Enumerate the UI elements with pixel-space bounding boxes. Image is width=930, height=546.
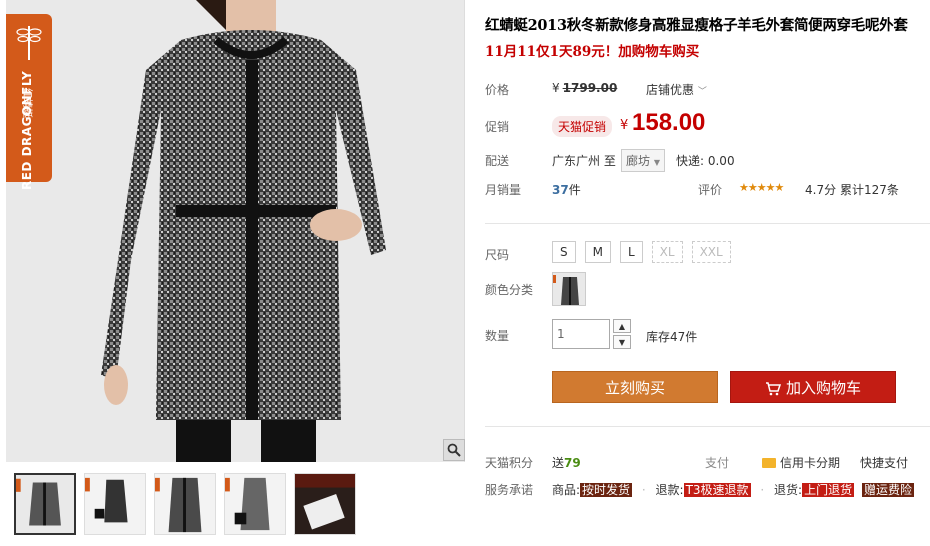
separator-dot: · <box>641 483 646 497</box>
thumbnail-2[interactable] <box>84 473 146 535</box>
add-to-cart-label: 加入购物车 <box>785 379 861 397</box>
size-option-l[interactable]: L <box>619 241 643 263</box>
zoom-button[interactable] <box>443 439 465 461</box>
promo-badge: 天猫促销 <box>552 116 613 137</box>
thumbnail-5[interactable] <box>294 473 356 535</box>
dragonfly-icon <box>16 26 42 60</box>
rating-stars-icon: ★★★★★ <box>739 181 784 194</box>
size-label: 尺码 <box>485 248 510 262</box>
evaluation-label: 评价 <box>698 183 723 197</box>
thumbnail-1[interactable] <box>14 473 76 535</box>
service-promise-label: 服务承诺 <box>485 483 534 497</box>
brand-name-cn: 红蜻蜓 <box>21 88 32 118</box>
magnifier-icon <box>447 443 461 457</box>
price-label: 价格 <box>485 83 510 97</box>
price-currency: ¥ <box>552 81 560 95</box>
shipping-insurance-tag[interactable]: 赠运费险 <box>861 483 914 497</box>
door-return-tag[interactable]: 上门退货 <box>802 483 855 497</box>
original-price-value: 1799.00 <box>562 81 618 95</box>
shipping-from: 广东广州 至 <box>552 154 616 168</box>
shipping-fee: 快递: 0.00 <box>676 154 735 168</box>
chevron-down-icon: ﹀ <box>697 87 707 97</box>
service-promises: 商品: 按时发货 · 退款: T3极速退款 · 退货: 上门退货 赠运费险 <box>552 481 914 498</box>
store-discount-label: 店铺优惠 <box>646 83 695 97</box>
points-label: 天猫积分 <box>485 456 534 470</box>
fast-refund-tag[interactable]: T3极速退款 <box>683 483 751 497</box>
main-product-image[interactable]: RED DRAGONFLY 红蜻蜓 <box>6 0 465 462</box>
brand-tag: RED DRAGONFLY 红蜻蜓 <box>6 14 52 190</box>
payment-label: 支付 <box>705 456 730 470</box>
stock-count: 库存47件 <box>646 330 698 344</box>
thumbnail-strip <box>14 473 364 535</box>
thumbnail-4[interactable] <box>224 473 286 535</box>
caret-down-icon: ▼ <box>618 337 626 347</box>
rating-score: 4.7分 <box>805 183 837 197</box>
buy-now-button[interactable]: 立刻购买 <box>552 371 718 403</box>
product-info: 红蜻蜓2013秋冬新款修身高雅显瘦格子羊毛外套简便两穿毛呢外套 11月11仅1天… <box>485 0 930 546</box>
add-to-cart-button[interactable]: 加入购物车 <box>730 371 896 403</box>
monthly-sales-label: 月销量 <box>485 183 522 197</box>
review-count-link[interactable]: 累计127条 <box>840 181 899 198</box>
quick-pay-link[interactable]: 快捷支付 <box>860 454 908 471</box>
color-label: 颜色分类 <box>485 283 534 297</box>
promo-price: 158.00 <box>632 109 706 136</box>
product-subtitle: 11月11仅1天89元！加购物车购买 <box>485 44 700 60</box>
separator-dot: · <box>760 483 765 497</box>
product-gallery: RED DRAGONFLY 红蜻蜓 <box>0 0 470 546</box>
cart-icon <box>765 382 782 396</box>
store-discount-dropdown[interactable]: 店铺优惠 ﹀ <box>646 81 707 98</box>
quantity-input[interactable]: 1 <box>552 319 610 349</box>
points-prefix: 送 <box>552 456 565 470</box>
on-time-shipping-tag[interactable]: 按时发货 <box>580 483 633 497</box>
monthly-sales-count: 37 <box>552 183 569 197</box>
size-option-m[interactable]: M <box>584 241 611 263</box>
monthly-sales-unit: 件 <box>568 183 581 197</box>
points-number: 79 <box>564 456 581 470</box>
divider <box>485 223 930 224</box>
refund-label: 退款: <box>655 483 684 497</box>
goods-label: 商品: <box>552 483 581 497</box>
size-option-xl[interactable]: XL <box>651 241 683 263</box>
quantity-decrease-button[interactable]: ▼ <box>613 335 631 349</box>
product-title: 红蜻蜓2013秋冬新款修身高雅显瘦格子羊毛外套简便两穿毛呢外套 <box>485 17 908 34</box>
promo-currency: ¥ <box>620 118 629 133</box>
points-value: 送79 <box>552 454 581 471</box>
size-option-xxl[interactable]: XXL <box>691 241 731 263</box>
monthly-sales: 37件 <box>552 181 581 198</box>
size-option-s[interactable]: S <box>552 241 576 263</box>
quantity-increase-button[interactable]: ▲ <box>613 319 631 333</box>
size-options: S M L XL XXL <box>552 241 731 263</box>
original-price: ¥1799.00 <box>552 81 617 95</box>
dropdown-arrow-icon: ▼ <box>653 158 660 167</box>
credit-installment-label: 信用卡分期 <box>780 456 841 470</box>
shipping-destination-select[interactable]: 廊坊 ▼ <box>621 149 665 172</box>
divider <box>485 426 930 427</box>
return-label: 退货: <box>774 483 803 497</box>
caret-up-icon: ▲ <box>618 321 626 331</box>
color-swatch[interactable] <box>552 272 586 306</box>
quantity-label: 数量 <box>485 329 510 343</box>
thumbnail-3[interactable] <box>154 473 216 535</box>
promo-label: 促销 <box>485 120 510 134</box>
credit-card-icon <box>762 458 776 468</box>
credit-installment-link[interactable]: 信用卡分期 <box>762 454 840 471</box>
shipping-destination-value: 廊坊 <box>626 154 651 168</box>
model-coat-illustration <box>101 0 386 462</box>
shipping-label: 配送 <box>485 154 510 168</box>
